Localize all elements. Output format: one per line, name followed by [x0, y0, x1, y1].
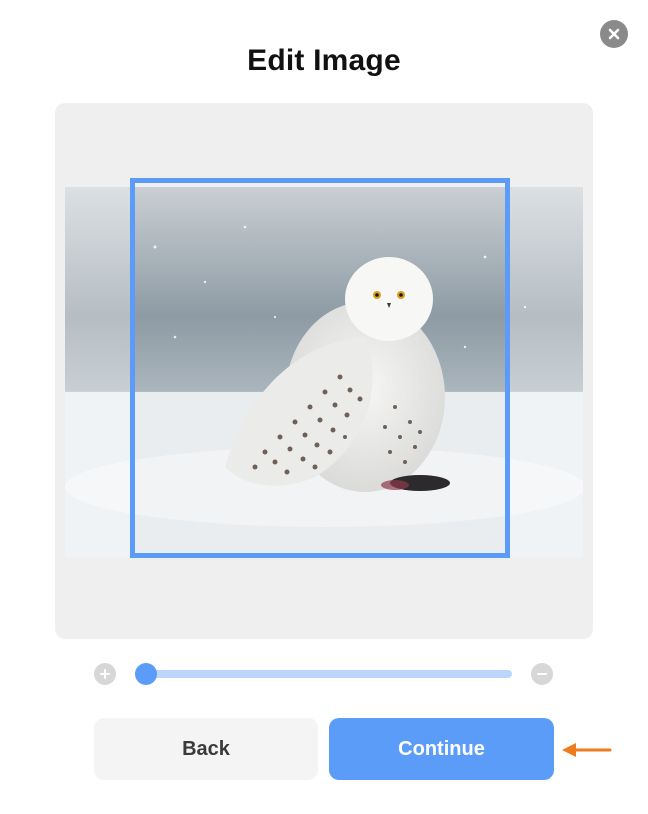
edit-image-dialog: Edit Image Back Continue	[0, 0, 648, 814]
minus-icon	[537, 673, 547, 675]
zoom-slider-thumb[interactable]	[135, 663, 157, 685]
zoom-slider-track[interactable]	[137, 670, 512, 678]
crop-selection-box[interactable]	[130, 178, 510, 558]
zoom-control	[93, 660, 555, 688]
zoom-out-button[interactable]	[531, 663, 553, 685]
crop-outside-right	[507, 187, 583, 557]
zoom-in-button[interactable]	[94, 663, 116, 685]
arrow-left-icon	[562, 743, 612, 757]
dialog-title: Edit Image	[247, 44, 401, 77]
close-icon	[608, 28, 620, 40]
plus-icon	[100, 669, 110, 679]
continue-button[interactable]: Continue	[329, 718, 554, 780]
crop-outside-left	[65, 187, 131, 557]
back-button[interactable]: Back	[94, 718, 318, 780]
